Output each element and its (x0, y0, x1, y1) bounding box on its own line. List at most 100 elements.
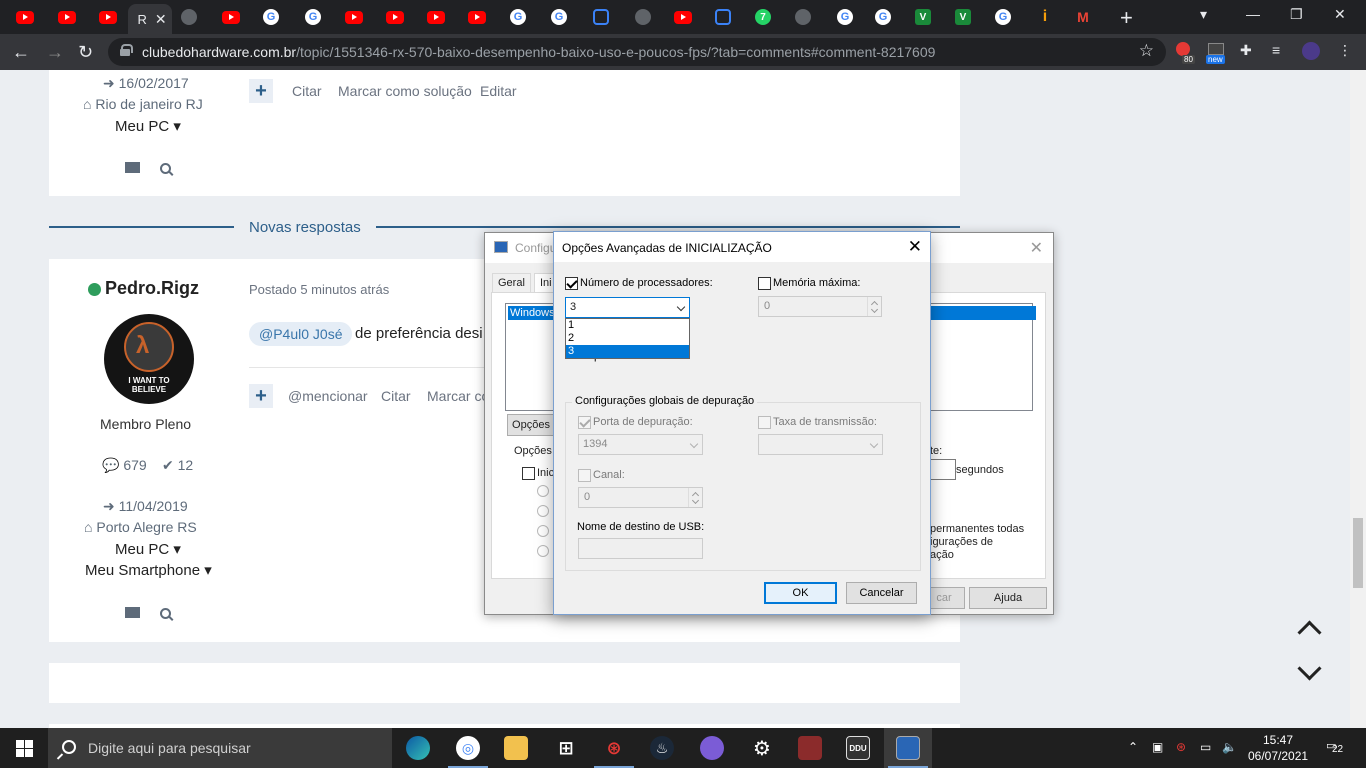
browser-tab[interactable] (628, 3, 658, 31)
browser-tab[interactable] (1070, 3, 1096, 31)
spinner-arrows-icon[interactable] (688, 488, 702, 507)
media-icon[interactable]: ≡ (1272, 42, 1280, 58)
tray-amd-icon[interactable]: ⊛ (1176, 740, 1186, 754)
browser-tab[interactable] (670, 3, 696, 31)
forward-icon[interactable]: → (46, 42, 64, 63)
windows-start-icon[interactable] (16, 740, 33, 757)
close-tab-icon[interactable]: ✕ (155, 11, 167, 28)
tab-search-icon[interactable]: ▾ (1200, 6, 1207, 23)
scrollbar-thumb[interactable] (1353, 518, 1363, 588)
scroll-bottom-icon[interactable] (1298, 662, 1320, 684)
advanced-options-button[interactable]: Opções (507, 414, 555, 436)
browser-tab[interactable] (546, 3, 572, 31)
amd-icon[interactable]: ⊛ (602, 736, 626, 760)
debug-port-select[interactable]: 1394 (578, 434, 703, 455)
ddu-icon[interactable]: DDU (846, 736, 870, 760)
spinner-arrows-icon[interactable] (867, 297, 881, 316)
num-processors-dropdown-list[interactable]: 1 2 3 (565, 318, 690, 359)
back-icon[interactable]: ← (12, 42, 30, 63)
edit-link[interactable]: Editar (480, 83, 517, 99)
max-memory-checkbox[interactable] (758, 277, 771, 290)
bookmark-star-icon[interactable]: ☆ (1139, 41, 1154, 61)
taskbar-clock[interactable]: 15:47 06/07/2021 (1248, 732, 1308, 764)
tray-app-icon[interactable]: ▣ (1152, 740, 1163, 754)
radio-option[interactable] (537, 525, 549, 537)
browser-tab[interactable] (382, 3, 408, 31)
browser-tab[interactable] (832, 3, 858, 31)
edge-icon[interactable] (406, 736, 430, 760)
channel-checkbox[interactable] (578, 469, 591, 482)
author-avatar[interactable]: λ I WANT TO BELIEVE (104, 314, 194, 404)
page-scrollbar[interactable] (1350, 70, 1366, 728)
browser-tab[interactable] (505, 3, 531, 31)
url-text[interactable]: clubedohardware.com.br/topic/1551346-rx-… (142, 44, 935, 60)
winrar-icon[interactable] (798, 736, 822, 760)
ok-button[interactable]: OK (764, 582, 837, 604)
browser-tab[interactable] (750, 3, 776, 31)
notification-center-icon[interactable]: ▭ 22 (1326, 739, 1350, 757)
mention-chip[interactable]: @P4ul0 J0sé (249, 322, 353, 346)
browser-tab[interactable] (12, 3, 38, 31)
browser-tab[interactable] (54, 3, 80, 31)
mark-solution-link[interactable]: Marcar co (427, 388, 489, 404)
file-explorer-icon[interactable] (504, 736, 528, 760)
reload-icon[interactable]: ↻ (78, 42, 93, 63)
dropdown-option[interactable]: 1 (566, 319, 689, 332)
browser-tab[interactable] (176, 3, 202, 31)
steam-icon[interactable]: ♨ (650, 736, 674, 760)
browser-tab-active[interactable]: R ✕ (128, 4, 172, 34)
usb-target-input[interactable] (578, 538, 703, 559)
mark-solution-link[interactable]: Marcar como solução (338, 83, 472, 99)
dropdown-option[interactable]: 2 (566, 332, 689, 345)
timeout-input[interactable] (930, 459, 956, 480)
num-processors-checkbox[interactable] (565, 277, 578, 290)
scroll-top-icon[interactable] (1298, 618, 1320, 640)
browser-tab[interactable] (870, 3, 896, 31)
radio-option[interactable] (537, 505, 549, 517)
volume-icon[interactable]: 🔈 (1222, 740, 1237, 754)
browser-tab[interactable] (1032, 3, 1058, 31)
help-button[interactable]: Ajuda (969, 587, 1047, 609)
puzzle-icon[interactable]: ✚ (1240, 42, 1252, 59)
radio-option[interactable] (537, 545, 549, 557)
browser-tab[interactable] (95, 3, 121, 31)
browser-tab[interactable] (218, 3, 244, 31)
close-icon[interactable]: ✕ (908, 237, 922, 257)
meu-pc-dropdown[interactable]: Meu PC ▾ (115, 540, 181, 558)
browser-tab[interactable] (423, 3, 449, 31)
browser-tab[interactable] (588, 3, 614, 31)
dropdown-option-selected[interactable]: 3 (566, 345, 689, 358)
chrome-icon[interactable]: ◎ (456, 736, 480, 760)
message-icon[interactable] (125, 607, 140, 618)
safe-boot-checkbox[interactable] (522, 467, 535, 480)
multiquote-button[interactable]: + (249, 384, 273, 408)
browser-tab[interactable] (990, 3, 1016, 31)
browser-tab[interactable] (950, 3, 976, 31)
quote-link[interactable]: Citar (292, 83, 322, 99)
cancel-button[interactable]: Cancelar (846, 582, 917, 604)
settings-gear-icon[interactable]: ⚙ (750, 736, 774, 760)
browser-tab[interactable] (258, 3, 284, 31)
num-processors-select[interactable]: 3 (565, 297, 690, 318)
new-tab-icon[interactable]: + (1120, 5, 1133, 31)
close-window-icon[interactable]: ✕ (1334, 6, 1346, 23)
author-name[interactable]: Pedro.Rigz (88, 278, 199, 299)
avatar[interactable] (1302, 42, 1320, 63)
menu-icon[interactable]: ⋮ (1338, 42, 1352, 59)
close-icon[interactable]: ✕ (1030, 238, 1043, 258)
discord-icon[interactable] (700, 736, 724, 760)
debug-port-checkbox[interactable] (578, 416, 591, 429)
browser-tab[interactable] (341, 3, 367, 31)
network-icon[interactable]: ▭ (1200, 740, 1211, 754)
browser-tab[interactable] (710, 3, 736, 31)
message-icon[interactable] (125, 162, 140, 173)
meu-smartphone-dropdown[interactable]: Meu Smartphone ▾ (85, 561, 212, 579)
tray-chevron-icon[interactable]: ⌃ (1128, 740, 1138, 754)
search-icon[interactable] (160, 608, 171, 620)
minimize-icon[interactable]: — (1246, 6, 1260, 22)
taskbar-search[interactable]: Digite aqui para pesquisar (48, 728, 392, 768)
baud-rate-checkbox[interactable] (758, 416, 771, 429)
mention-link[interactable]: @mencionar (288, 388, 368, 404)
restore-icon[interactable]: ❐ (1290, 6, 1303, 23)
quote-link[interactable]: Citar (381, 388, 411, 404)
